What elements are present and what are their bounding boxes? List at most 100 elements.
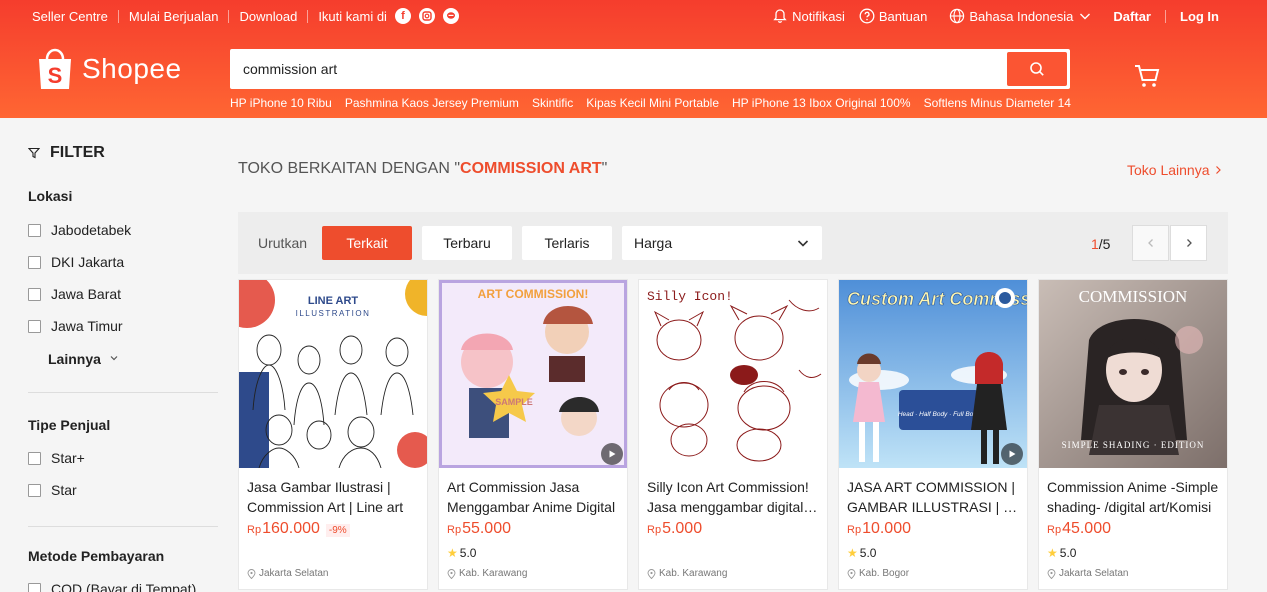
location-option[interactable]: Jabodetabek xyxy=(28,222,131,238)
suggestion-link[interactable]: HP iPhone 13 Ibox Original 100% xyxy=(732,96,911,110)
product-rating: ★ 5.0 xyxy=(847,546,876,560)
logo-text: Shopee xyxy=(82,53,182,84)
product-name[interactable]: Silly Icon Art Commission! Jasa menggamb… xyxy=(647,477,821,517)
image-subtitle: Head · Half Body · Full Body xyxy=(898,411,981,418)
option-label: Star+ xyxy=(51,450,85,466)
product-image[interactable]: ART COMMISSION! SAMPLE xyxy=(439,280,627,468)
product-image[interactable]: COMMISSION SIMPLE SHADING · EDITION xyxy=(1039,280,1227,468)
more-shops-link[interactable]: Toko Lainnya xyxy=(1127,162,1223,178)
checkbox[interactable] xyxy=(28,483,41,497)
chevron-left-icon xyxy=(1147,239,1153,247)
product-card[interactable]: COMMISSION SIMPLE SHADING · EDITION Comm… xyxy=(1038,279,1228,590)
top-bar: Seller Centre Mulai Berjualan Download I… xyxy=(32,7,1219,25)
related-shops-title: TOKO BERKAITAN DENGAN "COMMISSION ART" xyxy=(238,160,607,178)
seller-type-option[interactable]: Star+ xyxy=(28,450,85,466)
prev-page-button[interactable] xyxy=(1132,225,1169,261)
suggestion-link[interactable]: HP iPhone 10 Ribu xyxy=(230,96,332,110)
shopee-logo[interactable]: S Shopee xyxy=(36,46,182,92)
option-label: Jawa Timur xyxy=(51,318,123,334)
star-icon: ★ xyxy=(1047,546,1058,560)
cart-icon[interactable] xyxy=(1133,62,1161,90)
discount-badge: -9% xyxy=(325,524,350,537)
location-option[interactable]: Jawa Timur xyxy=(28,318,123,334)
divider xyxy=(28,392,218,393)
seller-type-option[interactable]: Star xyxy=(28,482,77,498)
checkbox[interactable] xyxy=(28,287,41,301)
image-subtitle: ILLUSTRATION xyxy=(296,309,371,318)
suggestion-link[interactable]: Softlens Minus Diameter 14 xyxy=(924,96,1071,110)
location-option[interactable]: Jawa Barat xyxy=(28,286,121,302)
search-button[interactable] xyxy=(1007,52,1067,86)
help-link[interactable]: Bantuan xyxy=(859,8,927,24)
product-card[interactable]: Silly Icon! Silly Icon Art Commission! J… xyxy=(638,279,828,590)
product-name[interactable]: JASA ART COMMISSION | GAMBAR ILLUSTRASI … xyxy=(847,477,1021,517)
product-name[interactable]: Commission Anime -Simple shading- /digit… xyxy=(1047,477,1221,517)
checkbox[interactable] xyxy=(28,582,41,592)
location-label: Kab. Karawang xyxy=(459,568,528,579)
sort-label: Urutkan xyxy=(258,235,308,251)
image-title: Silly Icon! xyxy=(647,289,733,304)
suggestion-link[interactable]: Skintific xyxy=(532,96,573,110)
price-value: 5.000 xyxy=(662,520,703,537)
product-card[interactable]: LINE ART ILLUSTRATION Jasa Gambar Ilustr… xyxy=(238,279,428,590)
video-play-icon[interactable] xyxy=(1001,443,1023,465)
product-name[interactable]: Art Commission Jasa Menggambar Anime Dig… xyxy=(447,477,621,517)
sort-bestselling-button[interactable]: Terlaris xyxy=(522,226,612,260)
payment-option[interactable]: COD (Bayar di Tempat) xyxy=(28,581,196,592)
login-link[interactable]: Log In xyxy=(1180,9,1219,24)
suggestion-link[interactable]: Kipas Kecil Mini Portable xyxy=(586,96,719,110)
more-shops-label: Toko Lainnya xyxy=(1127,162,1210,178)
sort-relevance-button[interactable]: Terkait xyxy=(322,226,412,260)
location-pin-icon xyxy=(647,568,656,579)
checkbox[interactable] xyxy=(28,319,41,333)
next-page-button[interactable] xyxy=(1170,225,1207,261)
location-pin-icon xyxy=(247,568,256,579)
video-play-icon[interactable] xyxy=(601,443,623,465)
location-pin-icon xyxy=(1047,568,1056,579)
language-label: Bahasa Indonesia xyxy=(969,8,1074,24)
location-more-button[interactable]: Lainnya xyxy=(48,351,119,367)
location-label: Kab. Karawang xyxy=(659,568,728,579)
option-label: COD (Bayar di Tempat) xyxy=(51,581,197,592)
download-link[interactable]: Download xyxy=(239,9,297,24)
sort-latest-button[interactable]: Terbaru xyxy=(422,226,512,260)
search-input[interactable] xyxy=(230,49,1000,89)
option-label: Jawa Barat xyxy=(51,286,122,302)
location-option[interactable]: DKI Jakarta xyxy=(28,254,124,270)
product-price: Rp 160.000 -9% xyxy=(247,520,350,538)
product-image[interactable]: Silly Icon! xyxy=(639,280,827,468)
product-name[interactable]: Jasa Gambar Ilustrasi | Commission Art |… xyxy=(247,477,421,517)
seller-centre-link[interactable]: Seller Centre xyxy=(32,9,108,24)
price-sort-select[interactable]: Harga xyxy=(622,226,822,260)
line-icon[interactable] xyxy=(442,8,459,24)
start-selling-link[interactable]: Mulai Berjualan xyxy=(129,9,219,24)
product-price: Rp 10.000 xyxy=(847,520,911,538)
price-value: 55.000 xyxy=(462,520,511,537)
location-label: Kab. Bogor xyxy=(859,568,910,579)
checkbox[interactable] xyxy=(28,451,41,465)
facebook-icon[interactable]: f xyxy=(394,8,411,24)
product-card[interactable]: Custom Art Commission Head · Half Body ·… xyxy=(838,279,1028,590)
product-location: Kab. Karawang xyxy=(447,568,527,579)
notifications-link[interactable]: Notifikasi xyxy=(772,8,845,24)
price-value: 160.000 xyxy=(262,520,320,537)
instagram-icon[interactable] xyxy=(418,8,435,24)
chevron-down-icon xyxy=(1077,8,1093,24)
help-icon xyxy=(859,8,875,24)
checkbox[interactable] xyxy=(28,255,41,269)
location-group-title: Lokasi xyxy=(28,188,73,204)
currency: Rp xyxy=(447,524,462,536)
product-image[interactable]: Custom Art Commission Head · Half Body ·… xyxy=(839,280,1027,468)
chevron-down-icon xyxy=(109,353,119,366)
product-image[interactable]: LINE ART ILLUSTRATION xyxy=(239,280,427,468)
checkbox[interactable] xyxy=(28,223,41,237)
language-selector[interactable]: Bahasa Indonesia xyxy=(949,8,1097,24)
product-card[interactable]: ART COMMISSION! SAMPLE Art Commission Ja… xyxy=(438,279,628,590)
bell-icon xyxy=(772,8,788,24)
signup-link[interactable]: Daftar xyxy=(1113,9,1151,24)
image-title: LINE ART xyxy=(308,295,359,307)
image-subtitle: SIMPLE SHADING · EDITION xyxy=(1062,440,1205,450)
suggestion-link[interactable]: Pashmina Kaos Jersey Premium xyxy=(345,96,519,110)
currency: Rp xyxy=(247,524,262,536)
currency: Rp xyxy=(647,524,662,536)
